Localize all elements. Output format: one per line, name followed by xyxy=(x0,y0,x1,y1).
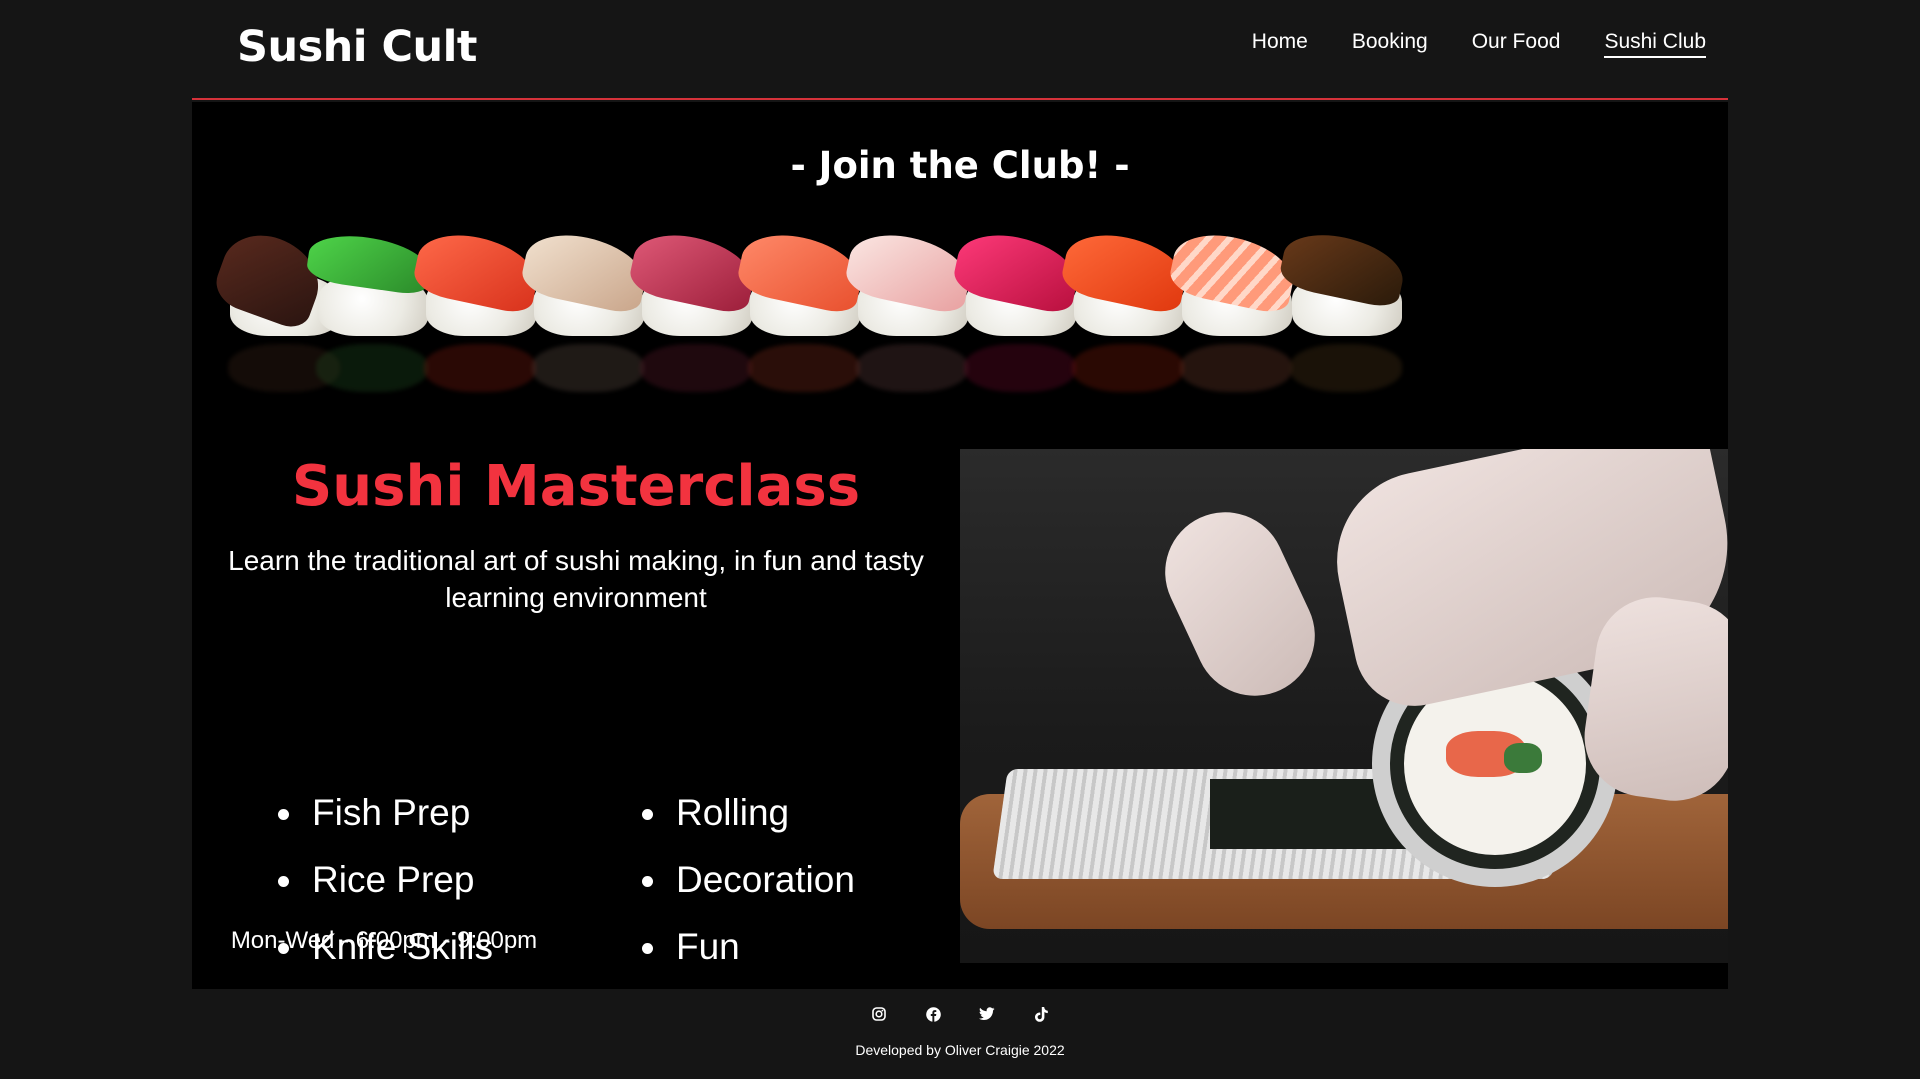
gloved-thumb xyxy=(1145,492,1335,716)
sushi-piece-eel-2 xyxy=(1277,225,1409,392)
main-nav: Home Booking Our Food Sushi Club xyxy=(1252,30,1706,58)
topic-item: Fish Prep xyxy=(278,794,642,831)
class-schedule: Mon-Wed - 6:00pm - 9:00pm xyxy=(230,927,538,954)
sushi-rolling-photo xyxy=(960,449,1728,963)
topic-item: Decoration xyxy=(642,861,898,898)
social-links xyxy=(0,1006,1920,1022)
topic-item: Rolling xyxy=(642,794,898,831)
sushi-piece-tuna xyxy=(626,226,760,392)
nav-our-food[interactable]: Our Food xyxy=(1472,30,1561,58)
join-club-heading: - Join the Club! - xyxy=(790,144,1130,187)
nav-sushi-club[interactable]: Sushi Club xyxy=(1604,30,1706,58)
tiktok-icon[interactable] xyxy=(1033,1006,1049,1022)
facebook-icon[interactable] xyxy=(925,1006,941,1022)
sushi-piece-salmon-2 xyxy=(734,226,868,392)
sushi-club-panel: - Join the Club! - Sushi Masterclass Lea… xyxy=(192,102,1728,989)
nav-home[interactable]: Home xyxy=(1252,30,1308,58)
instagram-icon[interactable] xyxy=(871,1006,887,1022)
sushi-piece-seared xyxy=(518,226,652,392)
sushi-piece-salmon-3 xyxy=(1058,226,1192,392)
twitter-icon[interactable] xyxy=(979,1006,995,1022)
masterclass-description: Learn the traditional art of sushi makin… xyxy=(228,545,924,613)
sushi-piece-salmon xyxy=(410,226,544,392)
sushi-piece-shrimp xyxy=(1166,226,1300,392)
masterclass-heading: Sushi Masterclass xyxy=(291,454,861,519)
developer-credit: Developed by Oliver Craigie 2022 xyxy=(855,1042,1065,1058)
topic-item: Rice Prep xyxy=(278,861,642,898)
site-logo[interactable]: Sushi Cult xyxy=(237,22,477,72)
sushi-piece-tuna-2 xyxy=(950,226,1084,392)
sushi-piece-avocado xyxy=(305,229,433,392)
sushi-piece-whitefish xyxy=(842,226,976,392)
site-header: Sushi Cult Home Booking Our Food Sushi C… xyxy=(192,0,1728,100)
nav-booking[interactable]: Booking xyxy=(1352,30,1428,58)
